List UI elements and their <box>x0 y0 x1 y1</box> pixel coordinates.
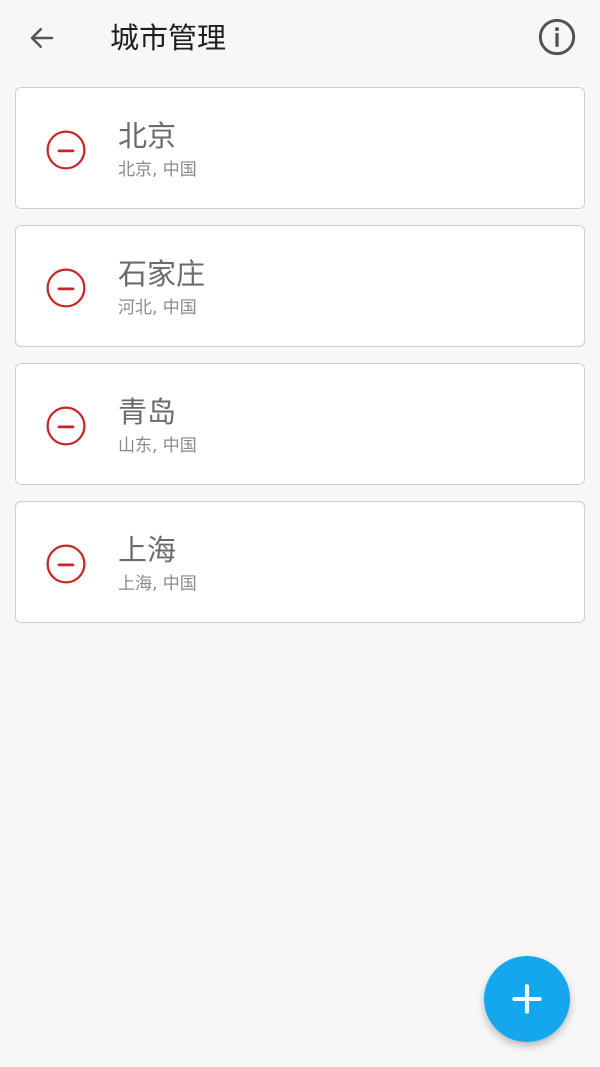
page-title: 城市管理 <box>110 21 227 55</box>
info-icon <box>538 18 576 56</box>
city-name: 青岛 <box>118 395 177 429</box>
minus-circle-icon <box>46 268 86 308</box>
city-name: 上海 <box>118 533 177 567</box>
remove-city-button[interactable] <box>44 266 88 310</box>
city-region: 河北, 中国 <box>118 298 197 318</box>
remove-city-button[interactable] <box>44 542 88 586</box>
city-name: 石家庄 <box>118 257 206 291</box>
add-city-button[interactable] <box>484 956 570 1042</box>
city-card-shijiazhuang[interactable]: 石家庄 河北, 中国 <box>15 225 585 347</box>
city-region: 山东, 中国 <box>118 436 197 456</box>
city-card-beijing[interactable]: 北京 北京, 中国 <box>15 87 585 209</box>
city-card-shanghai[interactable]: 上海 上海, 中国 <box>15 501 585 623</box>
minus-circle-icon <box>46 544 86 584</box>
back-button[interactable] <box>22 18 62 58</box>
info-button[interactable] <box>536 16 578 58</box>
city-region: 上海, 中国 <box>118 574 197 594</box>
plus-icon <box>512 984 542 1014</box>
city-name: 北京 <box>118 119 177 153</box>
city-list: 北京 北京, 中国 石家庄 河北, 中国 青岛 山东, 中国 上海 上海, 中国 <box>15 87 585 639</box>
minus-circle-icon <box>46 406 86 446</box>
city-card-qingdao[interactable]: 青岛 山东, 中国 <box>15 363 585 485</box>
minus-circle-icon <box>46 130 86 170</box>
remove-city-button[interactable] <box>44 128 88 172</box>
arrow-left-icon <box>30 28 54 48</box>
city-region: 北京, 中国 <box>118 160 197 180</box>
remove-city-button[interactable] <box>44 404 88 448</box>
toolbar: 城市管理 <box>0 0 600 76</box>
